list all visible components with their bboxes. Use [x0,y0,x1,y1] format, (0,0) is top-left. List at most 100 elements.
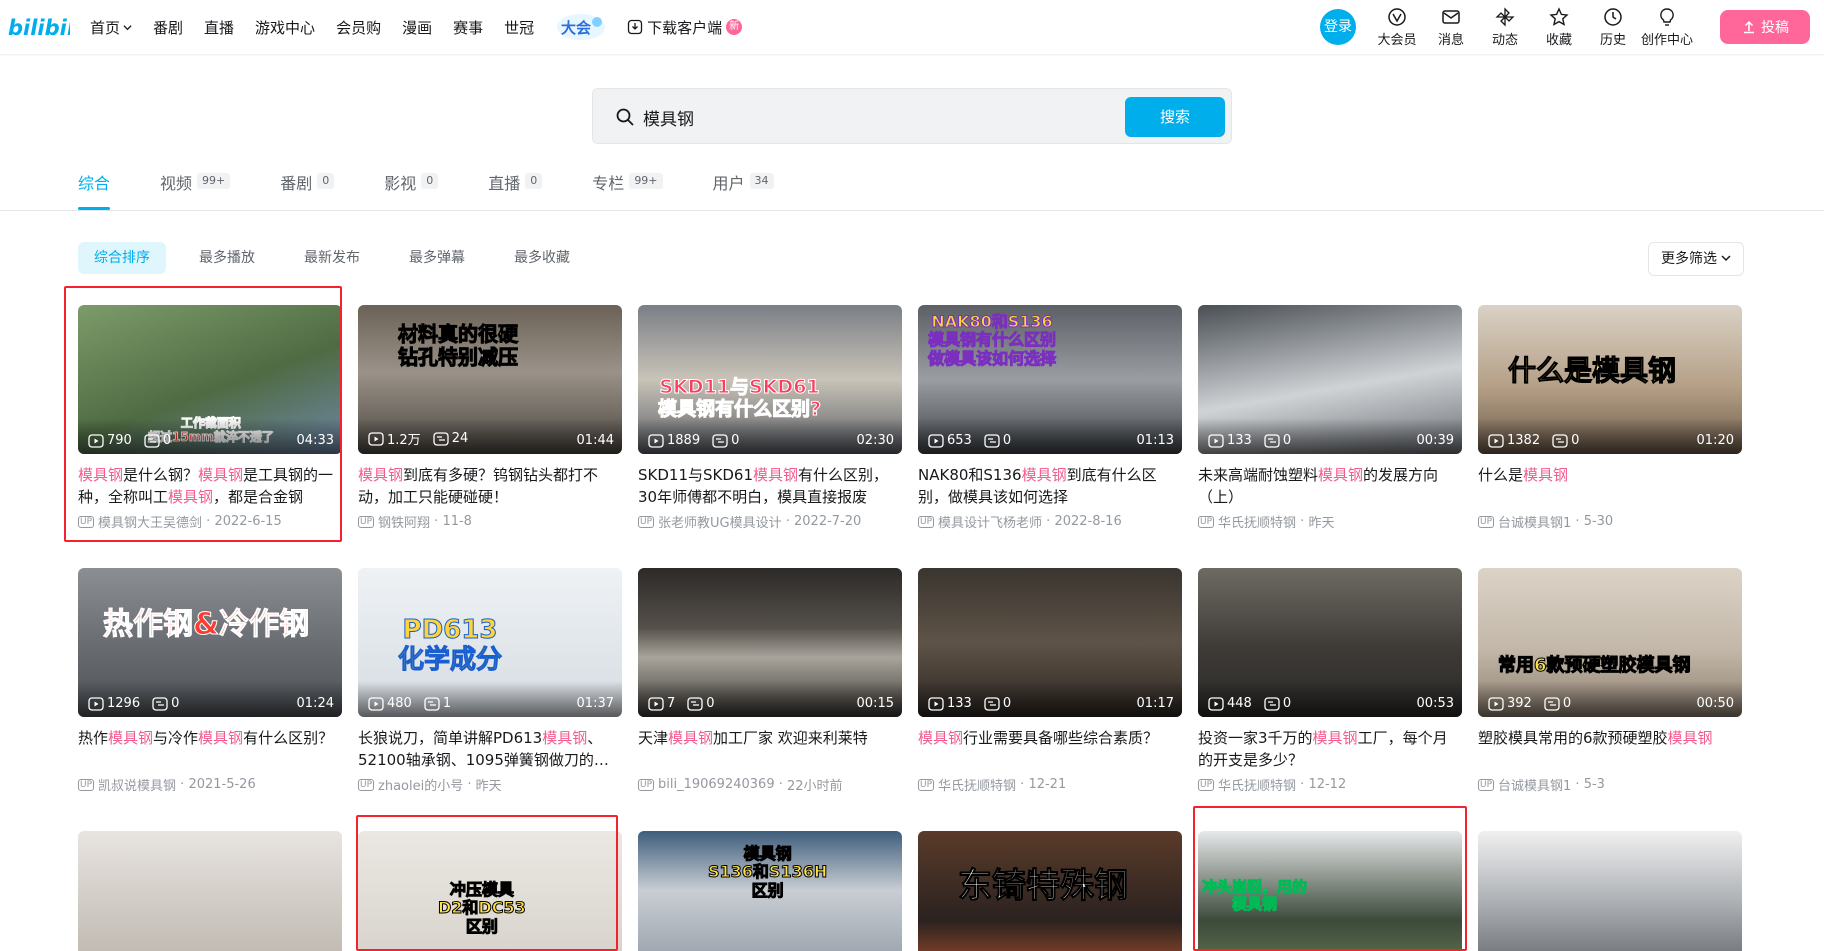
video-thumbnail[interactable]: 什么是模具钢 1382 0 01:20 [1478,305,1742,454]
video-author[interactable]: 台诚模具钢1 [1498,775,1571,794]
video-card[interactable]: 常用6款预硬塑胶模具钢 392 0 00:50 塑胶模具常用的6款预硬塑胶模具钢 UP 台诚… [1478,568,1742,794]
favorites-link[interactable]: 收藏 [1532,6,1586,48]
video-card[interactable]: 热作钢&冷作钢 1296 0 01:24 热作模具钢与冷作模具钢有什么区别？ UP 凯叔说模… [78,568,342,794]
video-thumbnail[interactable]: 常用6款预硬塑胶模具钢 392 0 00:50 [1478,568,1742,717]
video-title[interactable]: 天津模具钢加工厂家 欢迎来利莱特 [638,727,902,771]
danmaku-count: 1 [442,696,452,711]
video-title[interactable]: 长狼说刀，简单讲解PD613模具钢、52100轴承钢、1095弹簧钢做刀的区别 [358,727,622,771]
vip-icon [1388,7,1406,26]
messages-link[interactable]: 消息 [1424,7,1478,48]
video-card[interactable]: 材料真的很硬 钻孔特别减压 1.2万 24 01:44 模具钢到底有多硬？钨钢钻头都打不动… [358,305,622,531]
video-title[interactable]: 塑胶模具常用的6款预硬塑胶模具钢 [1478,727,1742,771]
event-banner-icon[interactable]: 大会 [555,12,607,42]
tab-live[interactable]: 直播 0 [488,170,543,210]
tab-user[interactable]: 用户 34 [713,170,774,210]
play-count: 1382 [1507,433,1541,448]
svg-text:大会: 大会 [561,19,591,37]
video-meta: UP 台诚模具钢1 · 5-3 [1478,775,1605,794]
video-card[interactable]: 东锜特殊钢 [918,831,1182,951]
video-card[interactable]: 模具钢 S136和S136H 区别 [638,831,902,951]
tab-video[interactable]: 视频 99+ [160,170,231,210]
download-client-link[interactable]: 下载客户端 新 [627,17,743,38]
keyword-highlight: 模具钢 [918,729,964,747]
video-thumbnail[interactable] [78,831,342,951]
big-member-link[interactable]: 大会员 [1370,7,1424,48]
video-author[interactable]: 台诚模具钢1 [1498,512,1571,531]
nav-anime[interactable]: 番剧 [153,17,183,38]
nav-world-championship[interactable]: 世冠 [504,17,534,38]
login-button[interactable]: 登录 [1320,9,1356,45]
tab-article[interactable]: 专栏 99+ [592,170,663,210]
nav-vip-shop[interactable]: 会员购 [336,17,381,38]
video-author[interactable]: 华氏抚顺特钢 [1218,512,1296,531]
video-author[interactable]: 华氏抚顺特钢 [1218,775,1296,794]
video-date: 12-21 [1028,777,1067,792]
video-card[interactable] [1478,831,1742,951]
video-card[interactable]: PD613 化学成分 480 1 01:37 长狼说刀，简单讲解PD613模具钢、5210… [358,568,622,794]
sort-comprehensive[interactable]: 综合排序 [78,242,166,274]
video-author[interactable]: 钢铁阿翔 [378,512,430,531]
creator-center-link[interactable]: 创作中心 [1640,7,1694,48]
upload-button[interactable]: 投稿 [1720,10,1810,44]
play-count-icon [648,433,664,448]
nav-live[interactable]: 直播 [204,17,234,38]
video-card[interactable]: 7 0 00:15 天津模具钢加工厂家 欢迎来利莱特 UP bili_1906924036… [638,568,902,794]
video-card[interactable]: SKD11与SKD61 模具钢有什么区别? 1889 0 02:30 SKD11与SKD6… [638,305,902,531]
more-filter-button[interactable]: 更多筛选 [1648,242,1744,276]
danmaku-count: 24 [451,431,469,446]
nav-manga[interactable]: 漫画 [402,17,432,38]
sort-newest[interactable]: 最新发布 [288,242,376,274]
video-title[interactable]: 什么是模具钢 [1478,464,1742,508]
video-thumbnail[interactable]: NAK80和S136 模具钢有什么区别 做模具该如何选择 653 0 01:13 [918,305,1182,454]
video-thumbnail[interactable]: 东锜特殊钢 [918,831,1182,951]
tab-movie[interactable]: 影视 0 [384,170,439,210]
video-thumbnail[interactable]: 模具钢 S136和S136H 区别 [638,831,902,951]
video-title[interactable]: 模具钢行业需要具备哪些综合素质？ [918,727,1182,771]
video-card[interactable] [78,831,342,951]
video-duration: 00:50 [1696,696,1734,711]
video-card[interactable]: 133 0 01:17 模具钢行业需要具备哪些综合素质？ UP 华氏抚顺特钢 · 12-2… [918,568,1182,794]
video-thumbnail[interactable]: 热作钢&冷作钢 1296 0 01:24 [78,568,342,717]
video-card[interactable]: NAK80和S136 模具钢有什么区别 做模具该如何选择 653 0 01:13 NAK80… [918,305,1182,531]
video-thumbnail[interactable] [1478,831,1742,951]
nav-game-center[interactable]: 游戏中心 [255,17,315,38]
video-author[interactable]: zhaolei的小号 [378,775,463,794]
video-title[interactable]: 未来高端耐蚀塑料模具钢的发展方向（上） [1198,464,1462,508]
video-thumbnail[interactable]: 448 0 00:53 [1198,568,1462,717]
nav-esports[interactable]: 赛事 [453,17,483,38]
bilibili-logo[interactable]: bilibili [8,13,70,41]
video-author[interactable]: bili_19069240369 [658,777,775,792]
video-author[interactable]: 张老师教UG模具设计 [658,512,782,531]
search-input[interactable] [643,103,1043,131]
video-author[interactable]: 模具设计飞杨老师 [938,512,1042,531]
sort-most-danmaku[interactable]: 最多弹幕 [393,242,481,274]
danmaku-count-icon [1544,696,1560,711]
video-card[interactable]: 448 0 00:53 投资一家3千万的模具钢工厂，每个月的开支是多少？ UP 华氏抚顺特… [1198,568,1462,794]
sort-most-favorites[interactable]: 最多收藏 [498,242,586,274]
dynamics-link[interactable]: 动态 [1478,6,1532,48]
video-card[interactable]: 133 0 00:39 未来高端耐蚀塑料模具钢的发展方向（上） UP 华氏抚顺特钢 · 昨… [1198,305,1462,531]
video-title[interactable]: 模具钢到底有多硬？钨钢钻头都打不动，加工只能硬碰硬！ [358,464,622,508]
video-thumbnail[interactable]: 材料真的很硬 钻孔特别减压 1.2万 24 01:44 [358,305,622,454]
video-card[interactable]: 什么是模具钢 1382 0 01:20 什么是模具钢 UP 台诚模具钢1 · 5-30 [1478,305,1742,531]
video-thumbnail[interactable]: SKD11与SKD61 模具钢有什么区别? 1889 0 02:30 [638,305,902,454]
history-link[interactable]: 历史 [1586,7,1640,48]
tab-count: 0 [317,173,335,189]
video-thumbnail[interactable]: 133 0 00:39 [1198,305,1462,454]
video-thumbnail[interactable]: PD613 化学成分 480 1 01:37 [358,568,622,717]
video-thumbnail[interactable]: 7 0 00:15 [638,568,902,717]
tab-bangumi[interactable]: 番剧 0 [280,170,335,210]
video-title[interactable]: 热作模具钢与冷作模具钢有什么区别？ [78,727,342,771]
nav-home[interactable]: 首页 [90,17,132,38]
video-author[interactable]: 华氏抚顺特钢 [938,775,1016,794]
thumbnail-caption: 热作钢&冷作钢 [102,607,310,642]
video-thumbnail[interactable]: 133 0 01:17 [918,568,1182,717]
video-stats: 480 1 [368,696,463,711]
video-title[interactable]: 投资一家3千万的模具钢工厂，每个月的开支是多少？ [1198,727,1462,771]
search-button[interactable]: 搜索 [1125,97,1225,137]
video-title[interactable]: SKD11与SKD61模具钢有什么区别，30年师傅都不明白，模具直接报废 [638,464,902,508]
tab-all[interactable]: 综合 [78,170,111,210]
video-title[interactable]: NAK80和S136模具钢到底有什么区别，做模具该如何选择 [918,464,1182,508]
video-author[interactable]: 凯叔说模具钢 [98,775,176,794]
sort-most-played[interactable]: 最多播放 [183,242,271,274]
